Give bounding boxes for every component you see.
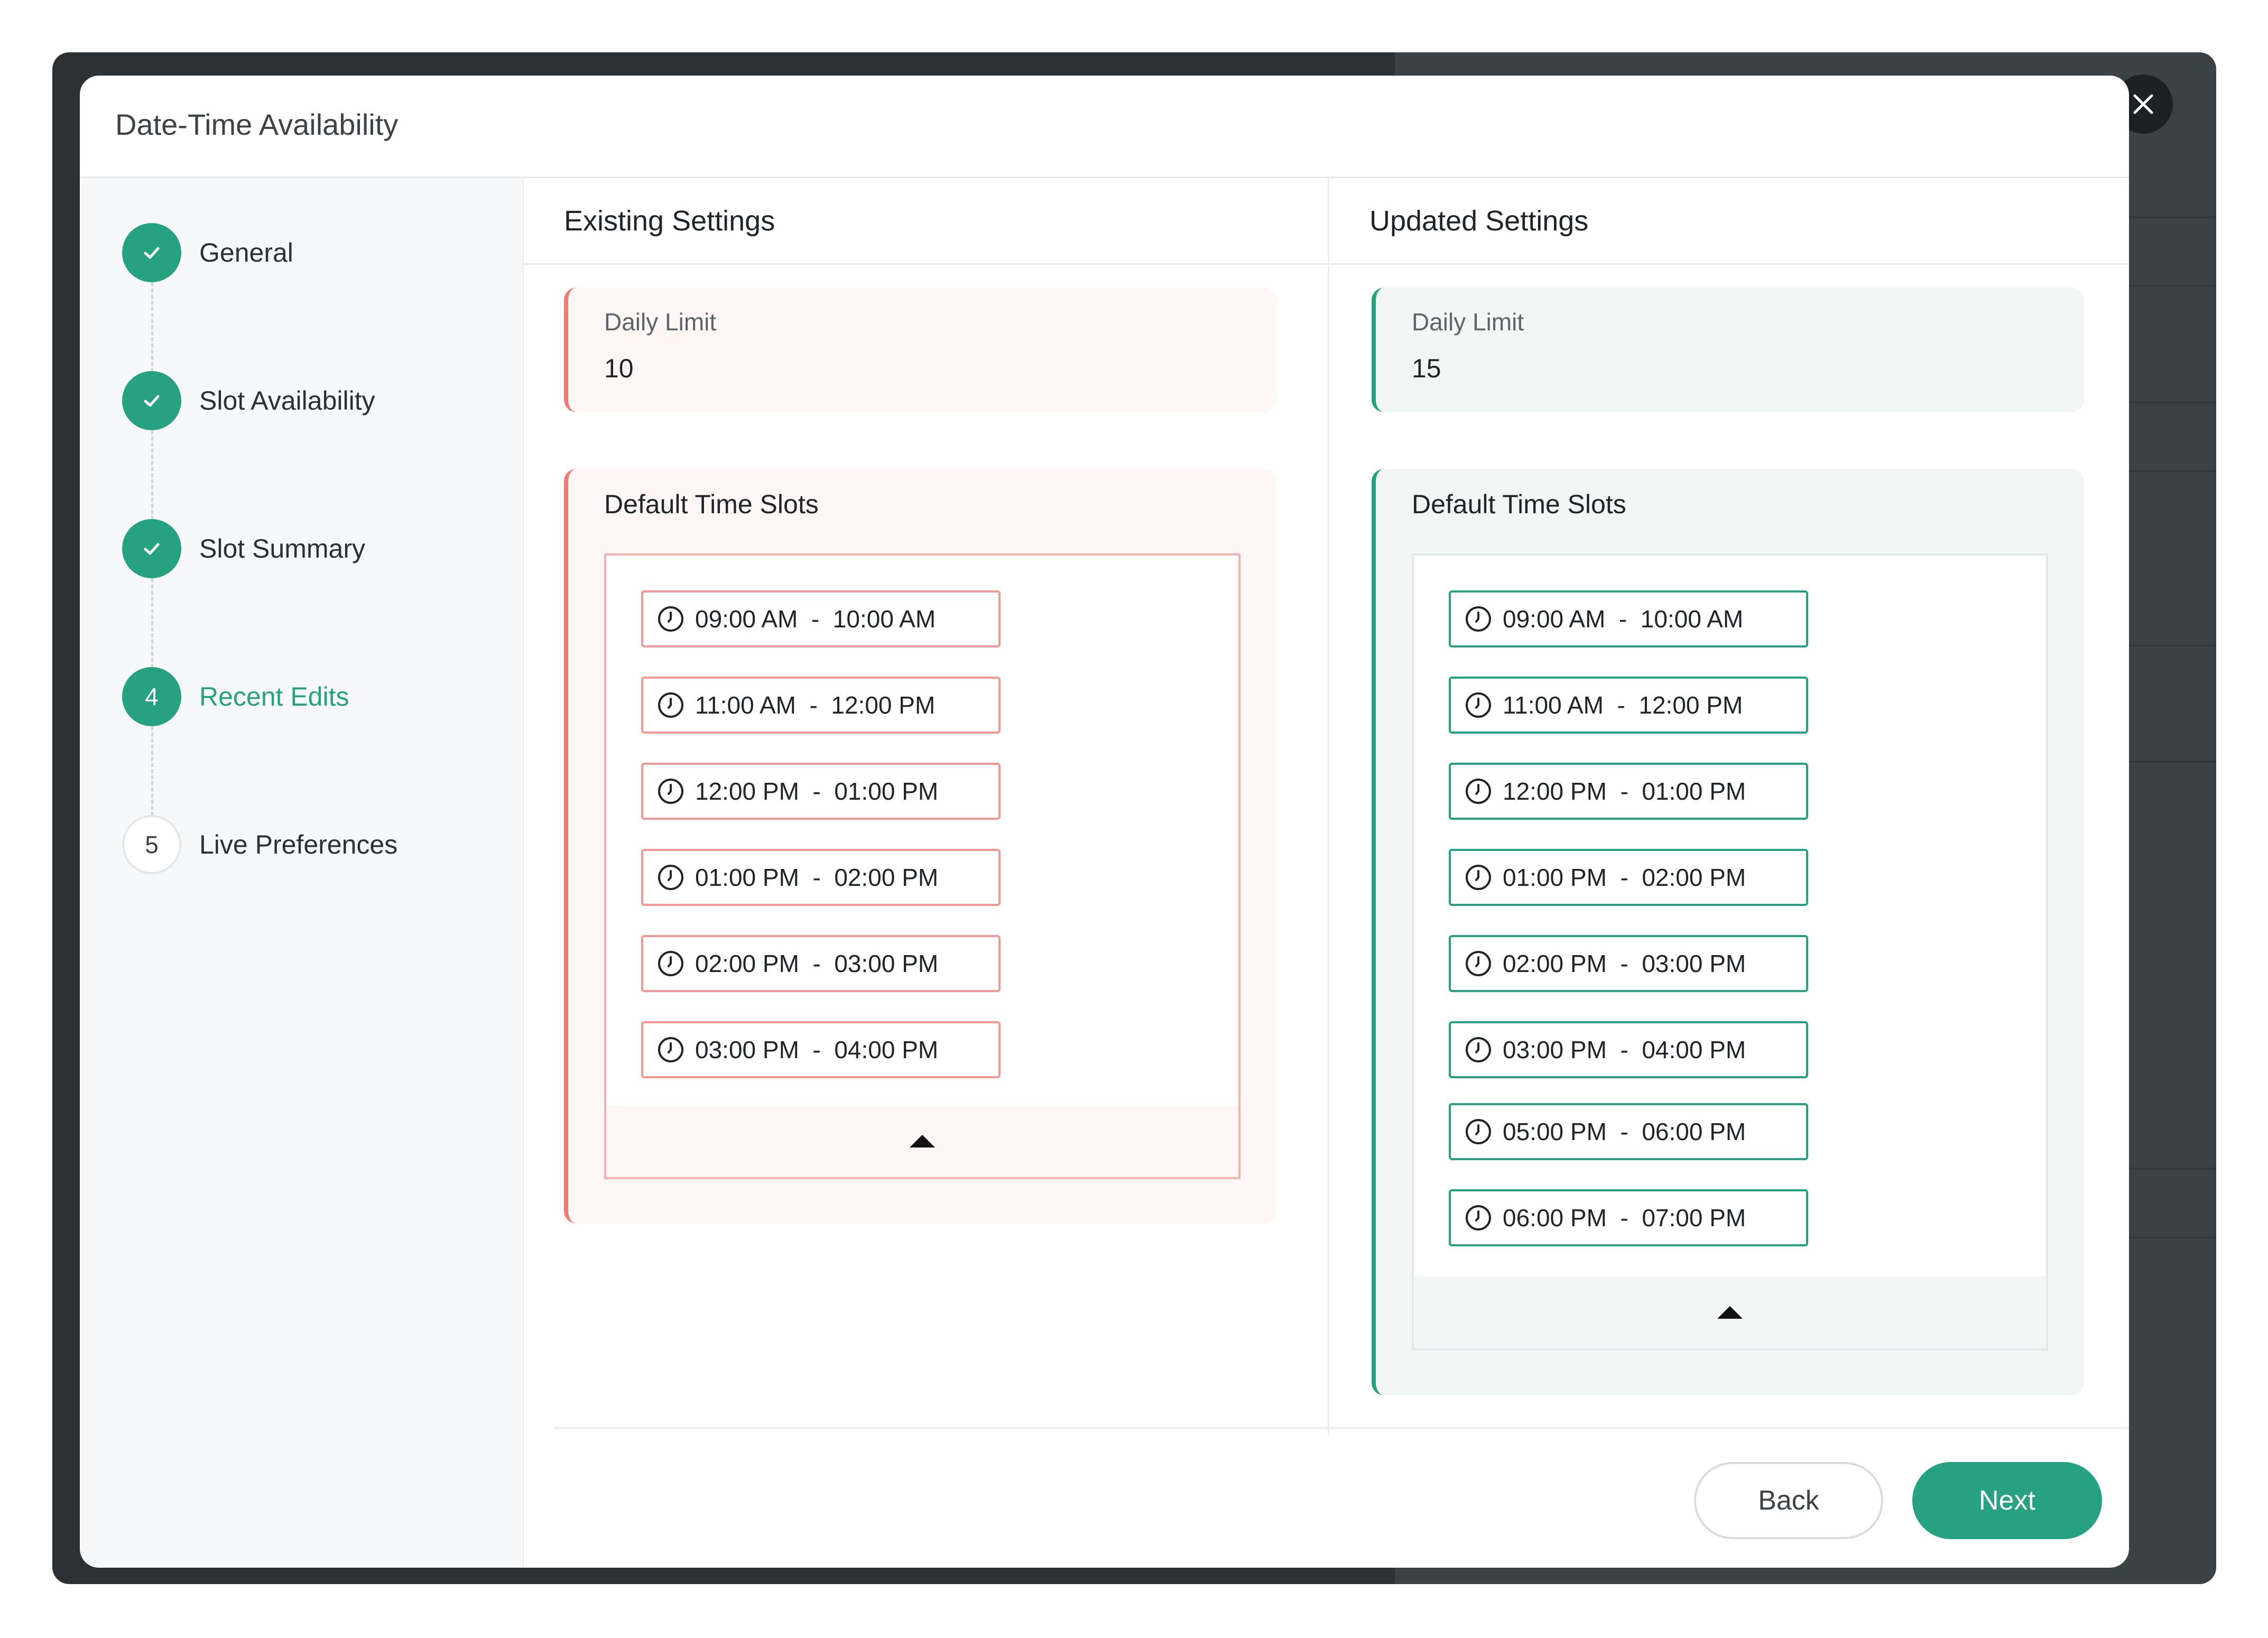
caret-up-icon[interactable] xyxy=(1717,1306,1743,1319)
time-slot[interactable]: 03:00 PM - 04:00 PM xyxy=(1449,1021,1808,1078)
clock-icon xyxy=(1466,779,1491,804)
time-slot[interactable]: 12:00 PM - 01:00 PM xyxy=(641,763,1001,820)
step-slot-availability[interactable]: Slot Availability xyxy=(122,371,375,430)
time-slot-label: 02:00 PM - 03:00 PM xyxy=(695,950,939,977)
modal-header: Date-Time Availability xyxy=(80,76,2129,178)
step-connector xyxy=(151,726,153,816)
time-slot[interactable]: 03:00 PM - 04:00 PM xyxy=(641,1021,1001,1078)
time-slot[interactable]: 11:00 AM - 12:00 PM xyxy=(1449,677,1808,734)
daily-limit-label: Daily Limit xyxy=(1412,308,1524,336)
step-connector xyxy=(151,282,153,372)
step-marker xyxy=(122,223,181,282)
clock-icon xyxy=(1466,951,1491,976)
panel-heading: Existing Settings xyxy=(524,178,1328,265)
next-button[interactable]: Next xyxy=(1912,1462,2102,1539)
check-icon xyxy=(144,395,160,407)
time-slot-label: 02:00 PM - 03:00 PM xyxy=(1503,950,1746,977)
time-slot[interactable]: 06:00 PM - 07:00 PM xyxy=(1449,1189,1808,1246)
step-label: Live Preferences xyxy=(199,830,398,859)
step-label: Slot Availability xyxy=(199,386,375,415)
time-slots-title: Default Time Slots xyxy=(1412,489,1626,519)
step-connector xyxy=(151,578,153,668)
time-slot-label: 11:00 AM - 12:00 PM xyxy=(695,691,936,719)
time-slot-label: 06:00 PM - 07:00 PM xyxy=(1503,1204,1746,1232)
collapse-bar[interactable] xyxy=(606,1105,1238,1177)
time-slot-label: 01:00 PM - 02:00 PM xyxy=(695,864,939,891)
step-live-preferences[interactable]: 5 Live Preferences xyxy=(122,815,397,874)
time-slot-label: 05:00 PM - 06:00 PM xyxy=(1503,1118,1746,1145)
clock-icon xyxy=(1466,1119,1491,1144)
step-label: Recent Edits xyxy=(199,682,349,711)
time-slot[interactable]: 09:00 AM - 10:00 AM xyxy=(1449,590,1808,647)
time-slot-label: 03:00 PM - 04:00 PM xyxy=(695,1036,939,1063)
daily-limit-card: Daily Limit 10 xyxy=(564,288,1276,412)
clock-icon xyxy=(1466,865,1491,890)
modal-title: Date-Time Availability xyxy=(115,108,399,141)
step-label: Slot Summary xyxy=(199,534,365,563)
time-slot[interactable]: 01:00 PM - 02:00 PM xyxy=(1449,849,1808,906)
close-icon xyxy=(2133,94,2153,114)
clock-icon xyxy=(1466,1037,1491,1062)
time-slot-label: 01:00 PM - 02:00 PM xyxy=(1503,864,1746,891)
time-slots-card: Default Time Slots 09:00 AM - 10:00 AM 11… xyxy=(1372,469,2084,1395)
clock-icon xyxy=(658,865,683,890)
time-slot-label: 09:00 AM - 10:00 AM xyxy=(1503,605,1744,633)
caret-up-icon[interactable] xyxy=(910,1135,935,1147)
clock-icon xyxy=(658,1037,683,1062)
time-slots-card: Default Time Slots 09:00 AM - 10:00 AM 11… xyxy=(564,469,1276,1224)
daily-limit-value: 10 xyxy=(604,354,634,383)
step-recent-edits[interactable]: 4 Recent Edits xyxy=(122,667,349,726)
availability-modal: Date-Time Availability General Slot Avai… xyxy=(80,76,2129,1568)
check-icon xyxy=(144,543,160,555)
clock-icon xyxy=(658,606,683,632)
step-marker: 4 xyxy=(122,667,181,726)
clock-icon xyxy=(658,692,683,718)
daily-limit-value: 15 xyxy=(1412,354,1441,383)
clock-icon xyxy=(1466,606,1491,632)
step-marker xyxy=(122,371,181,430)
check-icon xyxy=(144,247,160,259)
time-slot-label: 12:00 PM - 01:00 PM xyxy=(1503,778,1746,805)
clock-icon xyxy=(658,951,683,976)
time-slot[interactable]: 02:00 PM - 03:00 PM xyxy=(1449,935,1808,992)
time-slots-list: 09:00 AM - 10:00 AM 11:00 AM - 12:00 PM 12… xyxy=(604,553,1241,1179)
step-marker: 5 xyxy=(122,815,181,874)
step-slot-summary[interactable]: Slot Summary xyxy=(122,519,365,578)
existing-settings-panel: Existing Settings Daily Limit 10 Default… xyxy=(524,178,1329,1436)
time-slot[interactable]: 12:00 PM - 01:00 PM xyxy=(1449,763,1808,820)
back-button[interactable]: Back xyxy=(1694,1462,1883,1539)
panel-heading: Updated Settings xyxy=(1329,178,2129,265)
step-general[interactable]: General xyxy=(122,223,293,282)
time-slot[interactable]: 11:00 AM - 12:00 PM xyxy=(641,677,1001,734)
time-slot[interactable]: 05:00 PM - 06:00 PM xyxy=(1449,1103,1808,1160)
step-connector xyxy=(151,430,153,520)
time-slot[interactable]: 09:00 AM - 10:00 AM xyxy=(641,590,1001,647)
collapse-bar[interactable] xyxy=(1414,1276,2046,1348)
stepper-sidebar: General Slot Availability Slot Summary 4… xyxy=(80,178,524,1568)
time-slot-label: 09:00 AM - 10:00 AM xyxy=(695,605,936,633)
clock-icon xyxy=(1466,1205,1491,1230)
time-slot[interactable]: 02:00 PM - 03:00 PM xyxy=(641,935,1001,992)
daily-limit-card: Daily Limit 15 xyxy=(1372,288,2084,412)
time-slot[interactable]: 01:00 PM - 02:00 PM xyxy=(641,849,1001,906)
step-label: General xyxy=(199,238,293,267)
time-slot-label: 03:00 PM - 04:00 PM xyxy=(1503,1036,1746,1063)
footer-divider xyxy=(553,1427,2129,1429)
clock-icon xyxy=(658,779,683,804)
daily-limit-label: Daily Limit xyxy=(604,308,717,336)
time-slots-list: 09:00 AM - 10:00 AM 11:00 AM - 12:00 PM 12… xyxy=(1412,553,2048,1350)
updated-settings-panel: Updated Settings Daily Limit 15 Default … xyxy=(1329,178,2129,1436)
time-slots-title: Default Time Slots xyxy=(604,489,819,519)
time-slot-label: 11:00 AM - 12:00 PM xyxy=(1503,691,1743,719)
clock-icon xyxy=(1466,692,1491,718)
step-marker xyxy=(122,519,181,578)
time-slot-label: 12:00 PM - 01:00 PM xyxy=(695,778,939,805)
